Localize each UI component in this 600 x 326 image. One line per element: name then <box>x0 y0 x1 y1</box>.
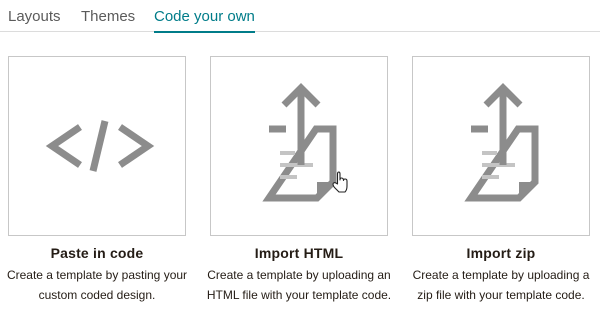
import-zip-card: Import zip Create a template by uploadin… <box>412 56 590 305</box>
import-zip-tile[interactable] <box>412 56 590 236</box>
paste-in-code-tile[interactable] <box>8 56 186 236</box>
paste-in-code-description: Create a template by pasting your custom… <box>6 268 188 302</box>
tab-code-your-own-label: Code your own <box>154 8 255 25</box>
import-html-card: Import HTML Create a template by uploadi… <box>207 56 391 305</box>
active-tab-indicator <box>154 31 255 33</box>
tabs-divider <box>0 31 600 32</box>
template-tabs: Layouts Themes Code your own <box>0 0 600 33</box>
import-zip-title: Import zip <box>466 245 536 261</box>
paste-in-code-title: Paste in code <box>50 245 144 261</box>
upload-file-icon <box>464 83 539 202</box>
hand-pointer-cursor <box>332 171 348 193</box>
import-html-description: Create a template by uploading an HTML f… <box>206 268 392 302</box>
tab-code-your-own[interactable]: Code your own <box>154 8 255 33</box>
paste-in-code-card: Paste in code Create a template by pasti… <box>7 56 187 305</box>
import-zip-description: Create a template by uploading a zip fil… <box>412 268 590 302</box>
tab-themes[interactable]: Themes <box>81 8 135 26</box>
import-html-tile[interactable] <box>210 56 388 236</box>
code-brackets-icon <box>45 120 155 172</box>
tab-layouts[interactable]: Layouts <box>8 8 61 26</box>
import-html-title: Import HTML <box>254 245 344 261</box>
